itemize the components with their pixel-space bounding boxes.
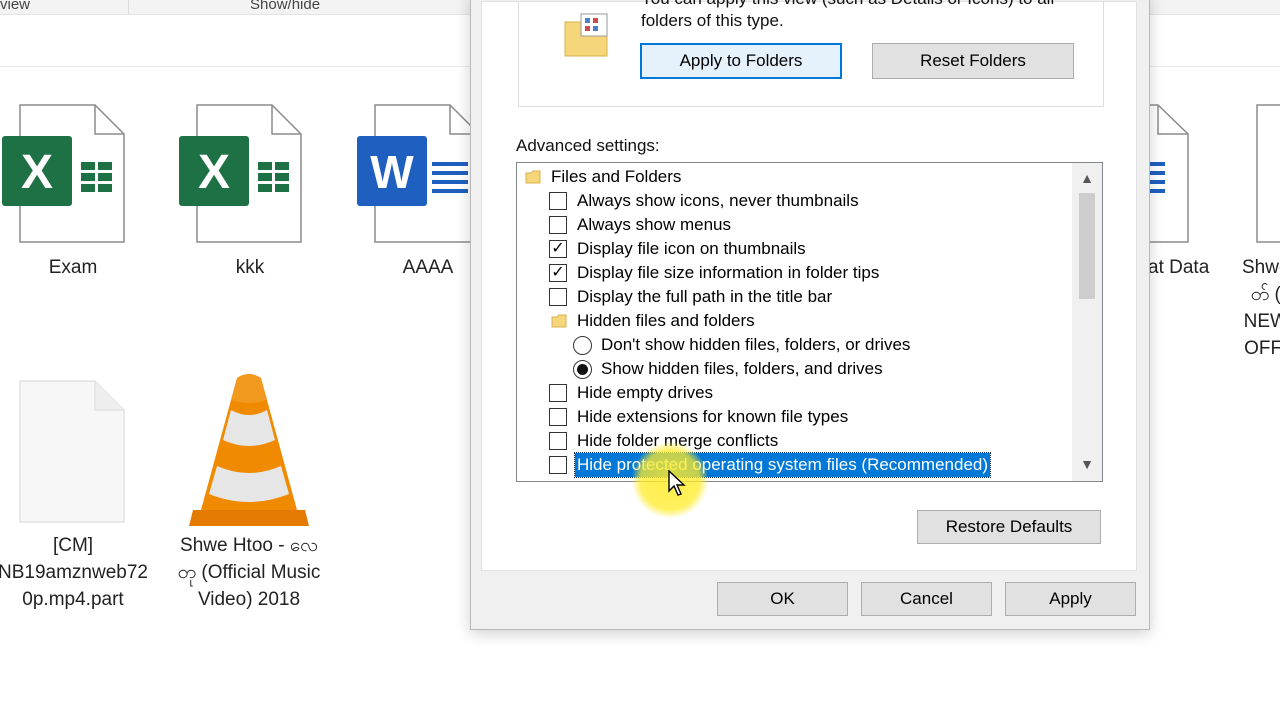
file-item-shwe-htoo[interactable]: Shwe Htoo - လေ တု (Official Music Video)… <box>161 370 337 620</box>
file-item-cm-part[interactable]: [CM] NB19amznweb72 0p.mp4.part <box>0 378 161 618</box>
checkbox[interactable] <box>549 456 567 474</box>
advanced-settings-tree[interactable]: Files and Folders Always show icons, nev… <box>516 162 1103 482</box>
file-name: kkk <box>235 257 265 278</box>
folder-icon <box>525 170 541 184</box>
scroll-thumb[interactable] <box>1079 193 1095 299</box>
content-divider <box>0 66 470 67</box>
file-name: [CM] NB19amznweb72 0p.mp4.part <box>0 535 148 610</box>
checkbox[interactable] <box>549 432 567 450</box>
checkbox[interactable] <box>549 408 567 426</box>
radio-button-selected[interactable] <box>573 360 592 379</box>
cancel-button[interactable]: Cancel <box>861 582 992 616</box>
checkbox-checked[interactable]: ✓ <box>549 264 567 282</box>
ribbon-view-label[interactable]: view <box>0 0 30 13</box>
checkbox[interactable] <box>549 288 567 306</box>
content-divider-right <box>1148 66 1280 67</box>
generic-file-icon <box>19 380 125 523</box>
file-item-kkk[interactable]: X kkk <box>162 100 338 300</box>
ok-button[interactable]: OK <box>717 582 848 616</box>
scroll-up-icon[interactable]: ▲ <box>1072 165 1102 191</box>
folder-icon <box>551 314 567 328</box>
apply-to-folders-button[interactable]: Apply to Folders <box>640 43 842 79</box>
svg-text:W: W <box>370 146 414 198</box>
vlc-cone-icon <box>189 374 309 526</box>
file-name: Exam <box>48 257 98 278</box>
file-icon <box>1256 104 1280 243</box>
tree-scrollbar[interactable]: ▲ ▼ <box>1072 163 1102 481</box>
folder-views-icon <box>564 13 608 57</box>
file-item-exam[interactable]: X Exam <box>0 100 161 300</box>
excel-badge-icon: X <box>2 136 72 206</box>
word-badge-icon: W <box>357 136 427 206</box>
checkbox[interactable] <box>549 192 567 210</box>
restore-defaults-button[interactable]: Restore Defaults <box>917 510 1101 544</box>
ribbon-separator <box>128 0 129 14</box>
file-item-shwe-right[interactable]: Shwe တ် ( NEW OFFI <box>1236 100 1280 370</box>
apply-button[interactable]: Apply <box>1005 582 1136 616</box>
svg-text:X: X <box>198 146 230 199</box>
radio-button[interactable] <box>573 336 592 355</box>
folder-views-description: You can apply this view (such as Details… <box>641 0 1054 30</box>
checkbox-checked[interactable]: ✓ <box>549 240 567 258</box>
reset-folders-button[interactable]: Reset Folders <box>872 43 1074 79</box>
scroll-down-icon[interactable]: ▼ <box>1072 451 1102 477</box>
ribbon-showhide-label[interactable]: Show/hide <box>250 0 320 13</box>
checkbox[interactable] <box>549 384 567 402</box>
svg-text:X: X <box>21 146 53 199</box>
advanced-settings-label: Advanced settings: <box>516 136 660 155</box>
file-name: Shwe Htoo - လေ တု (Official Music Video)… <box>177 535 321 610</box>
checkbox[interactable] <box>549 216 567 234</box>
excel-badge-icon: X <box>179 136 249 206</box>
file-name: Shwe တ် ( NEW OFFI <box>1242 257 1280 359</box>
